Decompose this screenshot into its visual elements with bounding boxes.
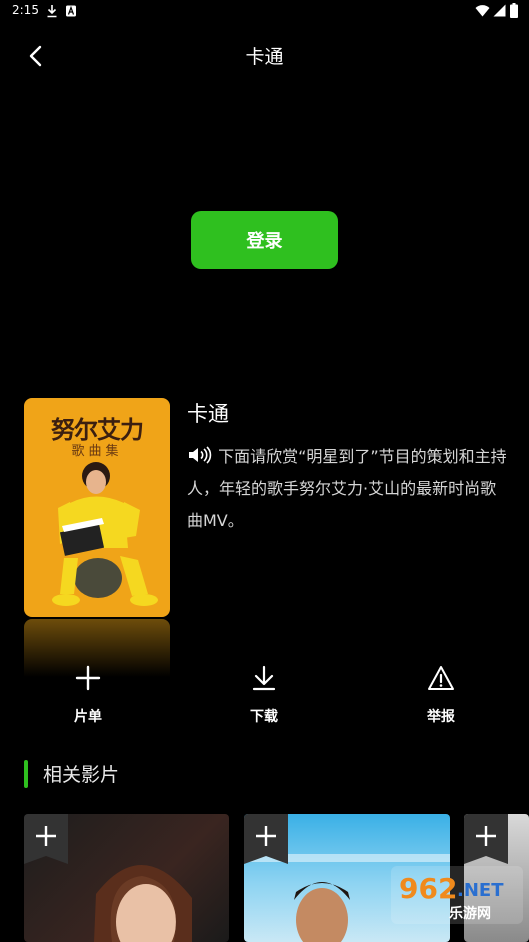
- related-heading: 相关影片: [43, 764, 120, 786]
- action-label-download: 下载: [250, 709, 278, 725]
- svg-text:乐游网: 乐游网: [449, 905, 491, 922]
- warning-icon: [428, 666, 454, 690]
- site-watermark-logo: 962 .NET 乐游网: [391, 866, 523, 924]
- action-label-report: 举报: [427, 709, 455, 725]
- status-bar: 2:15: [0, 0, 529, 24]
- wifi-icon: [475, 5, 490, 17]
- video-description: 下面请欣赏“明星到了”节目的策划和主持人，年轻的歌手努尔艾力·艾山的最新时尚歌曲…: [187, 441, 509, 537]
- login-button[interactable]: 登录: [191, 211, 338, 269]
- battery-icon: [510, 3, 518, 18]
- add-badge-icon[interactable]: [244, 814, 288, 864]
- plus-icon: [75, 665, 101, 691]
- page-title: 卡通: [245, 46, 284, 68]
- download-icon: [252, 665, 276, 691]
- video-title: 卡通: [187, 402, 229, 426]
- description-text: 下面请欣赏“明星到了”节目的策划和主持人，年轻的歌手努尔艾力·艾山的最新时尚歌曲…: [187, 447, 507, 530]
- speaker-icon[interactable]: [187, 446, 213, 464]
- svg-text:962: 962: [399, 872, 457, 905]
- related-accent-bar: [24, 760, 28, 788]
- poster-artwork: [52, 462, 158, 606]
- report-button[interactable]: 举报: [396, 664, 486, 734]
- add-to-playlist-button[interactable]: 片单: [43, 664, 133, 734]
- download-button[interactable]: 下载: [219, 664, 309, 734]
- add-badge-icon[interactable]: [24, 814, 68, 864]
- add-badge-icon[interactable]: [464, 814, 508, 864]
- status-time: 2:15: [12, 3, 39, 17]
- related-video-thumb[interactable]: [24, 814, 229, 942]
- download-status-icon: [47, 5, 57, 18]
- svg-text:.NET: .NET: [457, 880, 504, 901]
- app-notification-icon: [66, 5, 76, 17]
- action-label-playlist: 片单: [74, 709, 102, 725]
- video-poster[interactable]: 努尔艾力 歌曲集: [24, 398, 170, 617]
- signal-icon: [493, 4, 506, 17]
